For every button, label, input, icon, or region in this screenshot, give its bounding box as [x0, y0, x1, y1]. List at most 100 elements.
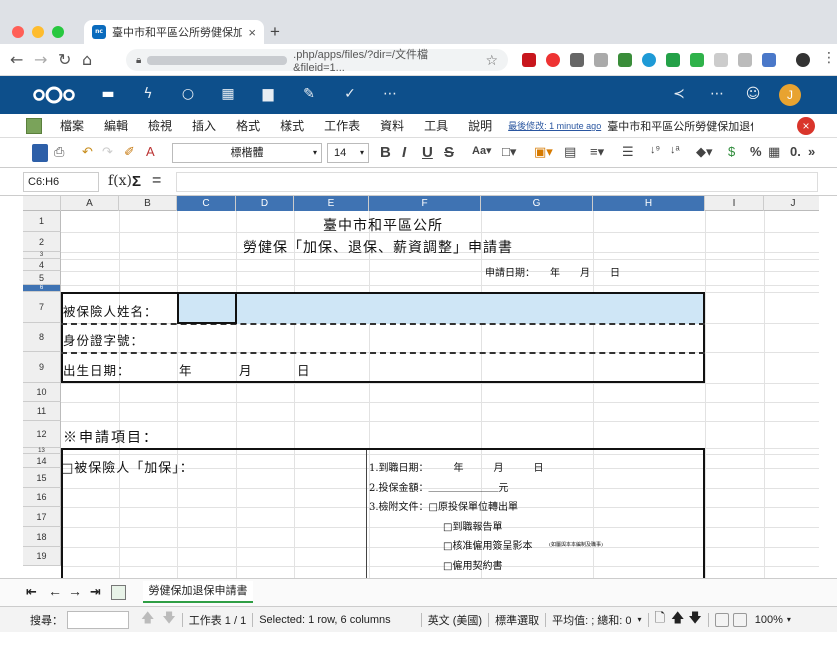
column-header-j[interactable]: J — [764, 196, 819, 211]
row-header-4[interactable]: 4 — [23, 259, 61, 271]
save-icon[interactable] — [32, 144, 48, 162]
fill-color-icon[interactable]: ◆▾ — [696, 144, 713, 162]
menu-edit[interactable]: 編輯 — [94, 117, 138, 134]
column-header-g[interactable]: G — [481, 196, 593, 211]
profile-icon[interactable] — [796, 53, 810, 67]
column-header-h[interactable]: H — [593, 196, 705, 211]
notes-app-icon[interactable]: ✎ — [300, 86, 318, 104]
menu-styles[interactable]: 樣式 — [270, 117, 314, 134]
strikethrough-button[interactable]: S — [444, 144, 454, 162]
search-app-icon[interactable]: ○ — [179, 86, 197, 104]
borders-icon[interactable]: ▣▾ — [534, 144, 553, 162]
row-header-2[interactable]: 2 — [23, 232, 61, 252]
reload-icon[interactable]: ↻ — [58, 50, 71, 69]
extension-icon-7[interactable] — [666, 53, 680, 67]
row-header-5[interactable]: 5 — [23, 271, 61, 285]
row-header-12[interactable]: 12 — [23, 421, 61, 448]
row-header-14[interactable]: 14 — [23, 454, 61, 468]
sort-descending-icon[interactable]: ↓ᵃ — [670, 144, 680, 162]
row-header-18[interactable]: 18 — [23, 527, 61, 547]
more-apps-icon[interactable]: ⋯ — [381, 86, 399, 104]
formula-equals-icon[interactable]: = — [152, 172, 161, 190]
row-header-11[interactable]: 11 — [23, 402, 61, 421]
extension-icon-11[interactable] — [762, 53, 776, 67]
ublock-extension-icon[interactable] — [522, 53, 536, 67]
row-header-16[interactable]: 16 — [23, 488, 61, 507]
font-size-select[interactable]: 14 ▾ — [327, 143, 369, 163]
sum-icon[interactable]: Σ — [132, 173, 141, 190]
percent-button[interactable]: % — [750, 144, 762, 162]
align-icon[interactable]: ≡▾ — [590, 144, 604, 162]
menu-insert[interactable]: 插入 — [182, 117, 226, 134]
row-header-17[interactable]: 17 — [23, 507, 61, 527]
formula-input[interactable] — [176, 172, 818, 192]
url-field[interactable]: 🔒︎ .php/apps/files/?dir=/文件檔&fileid=1...… — [126, 49, 508, 74]
spreadsheet-grid[interactable]: ABCDEFGHIJ 1 2 3 4 5 6 7 8 9 10 11 12 13 14 15 16 17 18 19… — [23, 196, 819, 578]
zoom-up-icon[interactable]: 🡅︎ — [671, 609, 684, 631]
browser-menu-icon[interactable]: ⋮ — [822, 50, 836, 66]
selection-mode[interactable]: 標準選取 — [495, 612, 539, 628]
zoom-level[interactable]: 100% — [755, 614, 783, 626]
back-icon[interactable]: ← — [10, 50, 23, 69]
minimize-window-button[interactable] — [32, 26, 44, 38]
activity-app-icon[interactable]: ϟ — [139, 86, 157, 104]
row-header-6[interactable]: 6 — [23, 285, 61, 292]
menu-view[interactable]: 檢視 — [138, 117, 182, 134]
home-icon[interactable]: ⌂ — [82, 50, 92, 69]
extension-icon-8[interactable] — [690, 53, 704, 67]
last-modified-link[interactable]: 最後修改: 1 minute ago — [502, 119, 607, 132]
row-header-15[interactable]: 15 — [23, 468, 61, 488]
extension-icon-3[interactable] — [570, 53, 584, 67]
add-sheet-icon[interactable] — [111, 585, 126, 600]
chevron-down-icon[interactable]: ▾ — [787, 615, 791, 624]
column-header-b[interactable]: B — [119, 196, 177, 211]
nextcloud-logo-icon[interactable] — [32, 85, 76, 105]
row-header-19[interactable]: 19 — [23, 547, 61, 566]
chevron-down-icon[interactable]: ▾ — [638, 615, 642, 624]
paintbrush-icon[interactable]: ✐ — [124, 144, 135, 162]
share-icon[interactable]: ≺ — [670, 86, 688, 104]
extension-icon-4[interactable] — [594, 53, 608, 67]
sheet-tab[interactable]: 勞健保加退保申請書 — [143, 581, 253, 603]
prev-sheet-icon[interactable]: ← — [48, 583, 62, 599]
row-header-3[interactable]: 3 — [23, 252, 61, 259]
font-case-icon[interactable]: Aa▾ — [472, 144, 492, 162]
close-document-button[interactable]: × — [797, 117, 815, 135]
merge-cells-icon[interactable]: ▤ — [564, 144, 576, 162]
redo-icon[interactable]: ↷ — [102, 144, 113, 162]
browser-tab[interactable]: nc 臺中市和平區公所勞健保加退保 × — [84, 20, 264, 44]
extension-icon-9[interactable] — [714, 53, 728, 67]
document-title[interactable]: 臺中市和平區公所勞健保加退保申請書 — [607, 118, 753, 134]
sort-ascending-icon[interactable]: ↓⁹ — [650, 144, 660, 162]
new-tab-button[interactable]: + — [270, 22, 280, 42]
forward-icon[interactable]: → — [34, 50, 47, 69]
more-options-icon[interactable]: ⋯ — [708, 86, 726, 104]
menu-tools[interactable]: 工具 — [414, 117, 458, 134]
name-box[interactable]: C6:H6 — [23, 172, 99, 192]
row-header-1[interactable]: 1 — [23, 211, 61, 232]
column-header-i[interactable]: I — [705, 196, 764, 211]
wrap-text-icon[interactable]: ☰ — [622, 144, 634, 162]
calendar-app-icon[interactable]: ▦ — [219, 86, 237, 104]
deck-app-icon[interactable]: ▆ — [259, 86, 277, 104]
calendar-format-icon[interactable]: ▦ — [768, 144, 780, 162]
column-header-d[interactable]: D — [236, 196, 294, 211]
enroll-checkbox-label[interactable]: □被保險人「加保」： — [61, 457, 194, 476]
extension-icon-6[interactable] — [642, 53, 656, 67]
extension-icon-10[interactable] — [738, 53, 752, 67]
italic-button[interactable]: I — [402, 144, 406, 162]
column-header-f[interactable]: F — [369, 196, 481, 211]
extension-icon-2[interactable] — [546, 53, 560, 67]
menu-sheet[interactable]: 工作表 — [314, 117, 370, 134]
statistics-status[interactable]: 平均值: ; 總和: 0 — [552, 612, 631, 628]
doc-approval-checkbox[interactable]: □核准僱用簽呈影本 — [443, 537, 532, 552]
doc-contract-checkbox[interactable]: □僱用契約書 — [443, 557, 502, 572]
files-app-icon[interactable]: ▬ — [99, 86, 117, 104]
column-header-e[interactable]: E — [294, 196, 369, 211]
contacts-icon[interactable]: ☺ — [744, 86, 762, 104]
row-header-10[interactable]: 10 — [23, 383, 61, 402]
font-name-select[interactable]: 標楷體 ▾ — [172, 143, 322, 163]
underline-button[interactable]: U — [422, 144, 433, 162]
undo-icon[interactable]: ↶ — [82, 144, 93, 162]
zoom-down-icon[interactable]: 🡇︎ — [688, 609, 701, 631]
